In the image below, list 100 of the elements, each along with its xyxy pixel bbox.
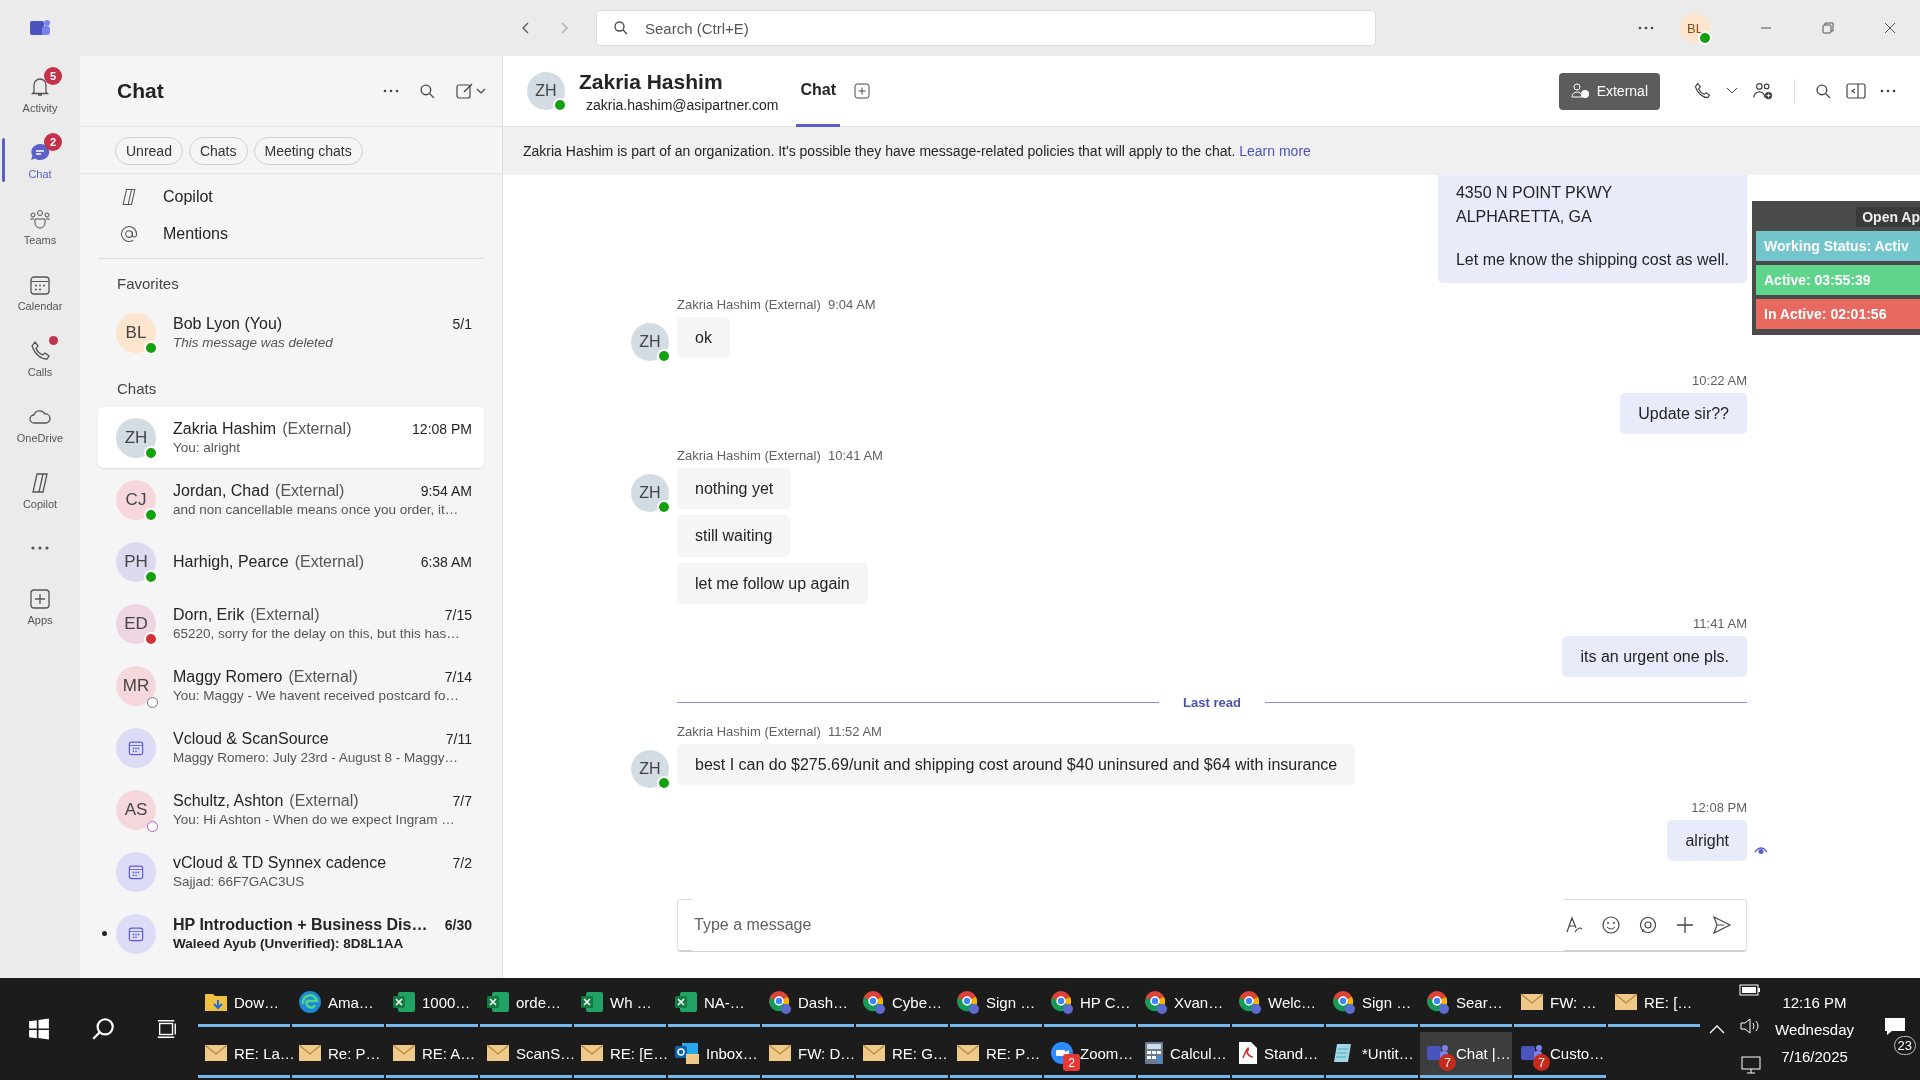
- user-avatar[interactable]: BL: [1680, 13, 1710, 43]
- send-icon[interactable]: [1712, 915, 1732, 935]
- chat-list-item[interactable]: BL Bob Lyon (You) 5/1 This message was deleted: [98, 302, 484, 363]
- rail-item[interactable]: Copilot: [0, 460, 80, 520]
- shortcut-item[interactable]: Mentions: [98, 215, 484, 252]
- message-field[interactable]: Type a message: [692, 899, 1564, 951]
- message-bubble: still waiting: [677, 515, 791, 557]
- taskbar-button[interactable]: RE: P…: [950, 1031, 1042, 1078]
- avatar: ZH: [527, 72, 565, 110]
- chat-list-item[interactable]: PH Harhigh, Pearce (External) 6:38 AM: [98, 531, 484, 592]
- count-badge: 7: [1533, 1054, 1550, 1071]
- envelope-icon: [768, 1044, 792, 1062]
- chat-list-item[interactable]: AS Schultz, Ashton (External) 7/7 You: Hi Ashton - When do we expect Ingram …: [98, 779, 484, 840]
- avatar: ZH: [631, 474, 669, 513]
- contact-name: HP Introduction + Business Dis…: [173, 916, 428, 934]
- learn-more-link[interactable]: Learn more: [1239, 143, 1311, 159]
- rail-item[interactable]: Apps: [0, 576, 80, 636]
- plus-icon[interactable]: [1675, 915, 1695, 935]
- taskbar-button[interactable]: RE: G…: [856, 1031, 948, 1078]
- taskbar-button[interactable]: Ama…: [292, 980, 384, 1027]
- compose-icon[interactable]: [456, 82, 486, 100]
- taskbar-button[interactable]: Calcul…: [1138, 1031, 1230, 1078]
- mail-app-icon: [674, 1041, 700, 1065]
- filter-chip[interactable]: Unread: [115, 137, 183, 165]
- rail-item[interactable]: 5 Activity: [0, 64, 80, 124]
- notification-icon[interactable]: [1884, 1017, 1906, 1037]
- taskbar-button[interactable]: Inbox…: [668, 1031, 760, 1078]
- rail-item[interactable]: OneDrive: [0, 394, 80, 454]
- taskbar-button[interactable]: Welc…: [1232, 980, 1324, 1027]
- taskbar-button[interactable]: *Untit…: [1326, 1031, 1418, 1078]
- search-icon[interactable]: [1815, 82, 1832, 100]
- chat-list-item[interactable]: HP Introduction + Business Dis… 6/30 Waleed Ayub (Unverified): 8D8L1AA: [98, 903, 484, 964]
- chat-list-item[interactable]: ED Dorn, Erik (External) 7/15 65220, sorry for the delay on this, but this has…: [98, 593, 484, 654]
- clock[interactable]: 12:16 PM Wednesday 7/16/2025: [1775, 993, 1854, 1065]
- format-icon[interactable]: [1564, 915, 1584, 935]
- taskbar-button[interactable]: FW: …: [1514, 980, 1606, 1027]
- chat-list-item[interactable]: MR Maggy Romero (External) 7/14 You: Maggy - We havent received postcard fo…: [98, 655, 484, 716]
- contact-name: Vcloud & ScanSource: [173, 730, 329, 748]
- taskbar-button[interactable]: Re: P…: [292, 1031, 384, 1078]
- taskbar-button[interactable]: Xvan…: [1138, 980, 1230, 1027]
- search-icon[interactable]: [419, 82, 436, 100]
- more-icon[interactable]: [1880, 89, 1896, 93]
- more-icon[interactable]: [1638, 26, 1654, 30]
- search-icon[interactable]: [90, 1016, 116, 1042]
- taskbar-button[interactable]: orde…: [480, 980, 572, 1027]
- taskbar-button[interactable]: HP C…: [1044, 980, 1136, 1027]
- shortcut-item[interactable]: Copilot: [98, 178, 484, 215]
- chat-list-item[interactable]: CJ Jordan, Chad (External) 9:54 AM and non cancellable means once you order, it…: [98, 469, 484, 530]
- taskbar-button[interactable]: RE: [E…: [574, 1031, 666, 1078]
- filter-chip[interactable]: Chats: [188, 137, 248, 165]
- taskbar-button[interactable]: Cybe…: [856, 980, 948, 1027]
- taskbar-button[interactable]: Sear…: [1420, 980, 1512, 1027]
- taskbar-button[interactable]: Stand…: [1232, 1031, 1324, 1078]
- monitor-icon[interactable]: [1739, 1056, 1762, 1074]
- taskbar-button[interactable]: 7 Chat |…: [1420, 1031, 1512, 1078]
- rail-item[interactable]: Calls: [0, 328, 80, 388]
- chat-list-item[interactable]: vCloud & TD Synnex cadence 7/2 Sajjad: 66F7GAC3US: [98, 841, 484, 902]
- emoji-icon[interactable]: [1601, 915, 1621, 935]
- rail-item[interactable]: 2 Chat: [0, 130, 80, 190]
- taskbar-button[interactable]: 7 Custo…: [1514, 1031, 1606, 1078]
- taskbar-button[interactable]: 2 Zoom…: [1044, 1031, 1136, 1078]
- loop-icon[interactable]: [1638, 915, 1658, 935]
- chat-list-item[interactable]: Vcloud & ScanSource 7/11 Maggy Romero: July 23rd - August 8 - Maggy…: [98, 717, 484, 778]
- more-icon[interactable]: [383, 89, 399, 93]
- task-view-icon[interactable]: [156, 1018, 178, 1040]
- add-people-icon[interactable]: [1752, 80, 1774, 102]
- external-button[interactable]: External: [1558, 72, 1660, 110]
- chevron-up-icon[interactable]: [1709, 1024, 1726, 1034]
- chat-list-item[interactable]: ZH Zakria Hashim (External) 12:08 PM You: alright: [98, 407, 484, 468]
- taskbar-button[interactable]: RE: A…: [386, 1031, 478, 1078]
- taskbar-button[interactable]: RE: […: [1608, 980, 1700, 1027]
- windows-start-icon[interactable]: [28, 1018, 50, 1040]
- taskbar-button[interactable]: Sign …: [1326, 980, 1418, 1027]
- taskbar-button[interactable]: ScanS…: [480, 1031, 572, 1078]
- filter-chip[interactable]: Meeting chats: [253, 137, 363, 165]
- taskbar-button[interactable]: NA-…: [668, 980, 760, 1027]
- restore-icon[interactable]: [1822, 22, 1834, 34]
- taskbar-button[interactable]: Sign …: [950, 980, 1042, 1027]
- volume-icon[interactable]: [1739, 1018, 1762, 1034]
- caret-icon[interactable]: [1726, 87, 1738, 95]
- contact-name: Schultz, Ashton: [173, 792, 284, 810]
- message-preview: 65220, sorry for the delay on this, but this has…: [173, 626, 461, 641]
- browser-icon: [1332, 990, 1356, 1014]
- calculator-icon: [1144, 1041, 1164, 1065]
- rail-item[interactable]: Calendar: [0, 262, 80, 322]
- phone-icon[interactable]: [1692, 81, 1712, 101]
- taskbar-button[interactable]: Wh …: [574, 980, 666, 1027]
- taskbar-button[interactable]: FW: D…: [762, 1031, 854, 1078]
- open-app-button[interactable]: Open Ap: [1856, 207, 1920, 227]
- rail-item[interactable]: Teams: [0, 196, 80, 256]
- taskbar-button[interactable]: Dash…: [762, 980, 854, 1027]
- battery-icon[interactable]: [1739, 984, 1762, 996]
- add-tab-icon[interactable]: [853, 83, 870, 99]
- close-icon[interactable]: [1884, 22, 1896, 34]
- side-panel-icon[interactable]: [1846, 83, 1866, 99]
- taskbar-button[interactable]: 1000…: [386, 980, 478, 1027]
- contact-name: Dorn, Erik: [173, 606, 245, 624]
- taskbar-button[interactable]: Dow…: [198, 980, 290, 1027]
- spreadsheet-app-icon: [486, 991, 510, 1013]
- message-composer[interactable]: Type a message: [677, 899, 1747, 952]
